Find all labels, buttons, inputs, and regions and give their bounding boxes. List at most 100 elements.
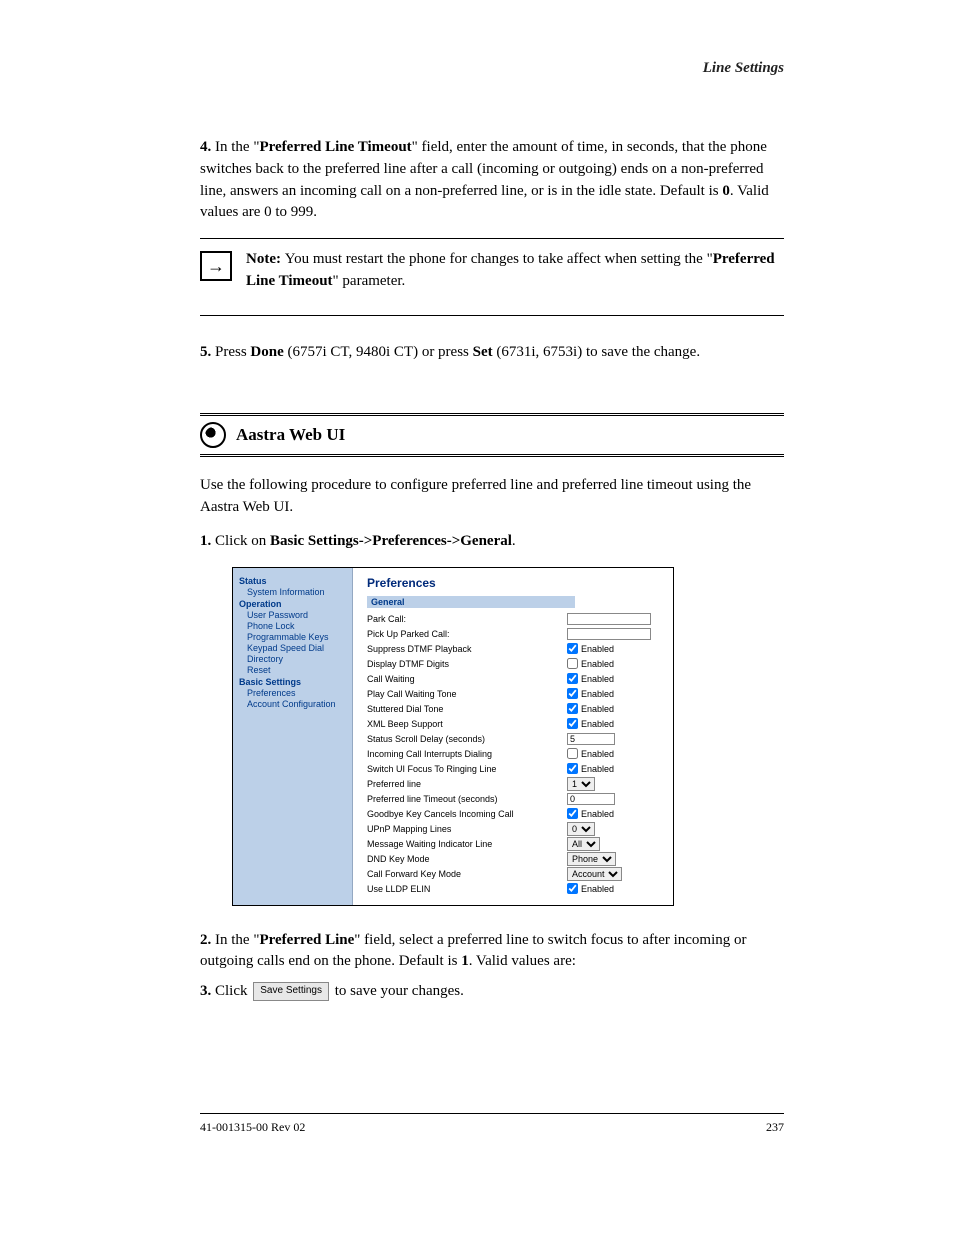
pref-row: Play Call Waiting ToneEnabled	[367, 687, 665, 701]
enabled-label: Enabled	[581, 659, 614, 669]
pref-control: Enabled	[567, 643, 614, 654]
footer-page-number: 237	[766, 1120, 784, 1135]
pref-control: Enabled	[567, 763, 614, 774]
screenshot-title: Preferences	[367, 576, 665, 590]
enabled-checkbox[interactable]	[567, 883, 578, 894]
sidebar-item[interactable]: User Password	[247, 610, 348, 620]
pref-row: Status Scroll Delay (seconds)	[367, 732, 665, 746]
text-input[interactable]	[567, 628, 651, 640]
pref-row: Stuttered Dial Tone Enabled	[367, 702, 665, 716]
pref-row: Preferred line Timeout (seconds)	[367, 792, 665, 806]
text-input[interactable]	[567, 793, 615, 805]
save-settings-button-icon: Save Settings	[253, 982, 329, 1001]
pref-label: Suppress DTMF Playback	[367, 644, 567, 654]
pref-control: Enabled	[567, 673, 614, 684]
enabled-checkbox[interactable]	[567, 748, 578, 759]
pref-row: DND Key ModePhone	[367, 852, 665, 866]
text: In the "	[215, 932, 259, 948]
sidebar-item[interactable]: Keypad Speed Dial	[247, 643, 348, 653]
select-input[interactable]: 0	[567, 822, 595, 836]
enabled-checkbox[interactable]	[567, 658, 578, 669]
enabled-checkbox[interactable]	[567, 688, 578, 699]
page-header-title: Line Settings	[200, 60, 784, 77]
enabled-checkbox[interactable]	[567, 673, 578, 684]
pref-label: Incoming Call Interrupts Dialing	[367, 749, 567, 759]
pref-control: Enabled	[567, 748, 614, 759]
pref-label: Stuttered Dial Tone	[367, 704, 567, 714]
screenshot-main: Preferences General Park Call: Pick Up Pa…	[353, 568, 673, 905]
text: Click on	[215, 533, 270, 549]
pref-control	[567, 793, 615, 805]
text-input[interactable]	[567, 613, 651, 625]
field-name: Preferred Line	[259, 932, 354, 948]
pref-control: Enabled	[567, 808, 614, 819]
pref-label: Preferred line	[367, 779, 567, 789]
pref-label: Preferred line Timeout (seconds)	[367, 794, 567, 804]
sidebar-item[interactable]: Programmable Keys	[247, 632, 348, 642]
pref-row: Message Waiting Indicator LineAll	[367, 837, 665, 851]
note-tail: " parameter.	[333, 273, 406, 289]
pref-label: Pick Up Parked Call:	[367, 629, 567, 639]
pref-control: Account	[567, 867, 622, 881]
sidebar-item[interactable]: System Information	[247, 587, 348, 597]
sidebar-item[interactable]: Account Configuration	[247, 699, 348, 709]
page-footer: 41-001315-00 Rev 02 237	[200, 1113, 784, 1135]
intro-text: Use the following procedure to configure…	[200, 475, 784, 519]
param-name: Preferred Line Timeout	[259, 139, 411, 155]
enabled-label: Enabled	[581, 884, 614, 894]
pref-control	[567, 733, 615, 745]
select-input[interactable]: All	[567, 837, 600, 851]
enabled-label: Enabled	[581, 689, 614, 699]
pref-control: Enabled	[567, 718, 614, 729]
select-input[interactable]: 1	[567, 777, 595, 791]
enabled-label: Enabled	[581, 674, 614, 684]
sidebar-heading-status[interactable]: Status	[239, 576, 348, 586]
pref-row: Park Call:	[367, 612, 665, 626]
note-body: You must restart the phone for changes t…	[285, 251, 713, 267]
pref-row: Switch UI Focus To Ringing LineEnabled	[367, 762, 665, 776]
pref-control: Enabled	[567, 883, 614, 894]
pref-control: Phone	[567, 852, 616, 866]
pref-row: Suppress DTMF PlaybackEnabled	[367, 642, 665, 656]
pref-row: Goodbye Key Cancels Incoming CallEnabled	[367, 807, 665, 821]
enabled-checkbox[interactable]	[567, 703, 578, 714]
enabled-checkbox[interactable]	[567, 808, 578, 819]
text: to save your changes.	[331, 983, 464, 999]
enabled-label: Enabled	[581, 764, 614, 774]
enabled-checkbox[interactable]	[567, 763, 578, 774]
sidebar-item-preferences[interactable]: Preferences	[247, 688, 348, 698]
pref-label: Message Waiting Indicator Line	[367, 839, 567, 849]
enabled-checkbox[interactable]	[567, 643, 578, 654]
pref-row: Preferred line1	[367, 777, 665, 791]
sidebar-heading-basic[interactable]: Basic Settings	[239, 677, 348, 687]
sidebar-item[interactable]: Directory	[247, 654, 348, 664]
pref-row: Call Forward Key ModeAccount	[367, 867, 665, 881]
screenshot-section-general: General	[367, 596, 575, 608]
sidebar-item[interactable]: Reset	[247, 665, 348, 675]
note-block: → Note: You must restart the phone for c…	[200, 238, 784, 316]
sidebar-item[interactable]: Phone Lock	[247, 621, 348, 631]
arrow-right-icon: →	[200, 251, 232, 281]
enabled-label: Enabled	[581, 704, 614, 714]
pref-control: 0	[567, 822, 595, 836]
text: In the "	[215, 139, 259, 155]
pref-row: Display DTMF DigitsEnabled	[367, 657, 665, 671]
key-set: Set	[473, 344, 493, 360]
step-num: 4.	[200, 139, 211, 155]
enabled-checkbox[interactable]	[567, 718, 578, 729]
pref-control	[567, 628, 651, 640]
text: Click	[215, 983, 251, 999]
step-4: 4. In the "Preferred Line Timeout" field…	[200, 137, 784, 224]
sidebar-heading-operation[interactable]: Operation	[239, 599, 348, 609]
text-input[interactable]	[567, 733, 615, 745]
pref-label: DND Key Mode	[367, 854, 567, 864]
pref-row: UPnP Mapping Lines0	[367, 822, 665, 836]
webui-heading-bar: Aastra Web UI	[200, 413, 784, 457]
text: . Valid values are:	[469, 953, 576, 969]
pref-control: All	[567, 837, 600, 851]
text: .	[512, 533, 516, 549]
note-label: Note:	[246, 251, 285, 267]
step-5: 5. Press Done (6757i CT, 9480i CT) or pr…	[200, 342, 784, 364]
select-input[interactable]: Account	[567, 867, 622, 881]
select-input[interactable]: Phone	[567, 852, 616, 866]
